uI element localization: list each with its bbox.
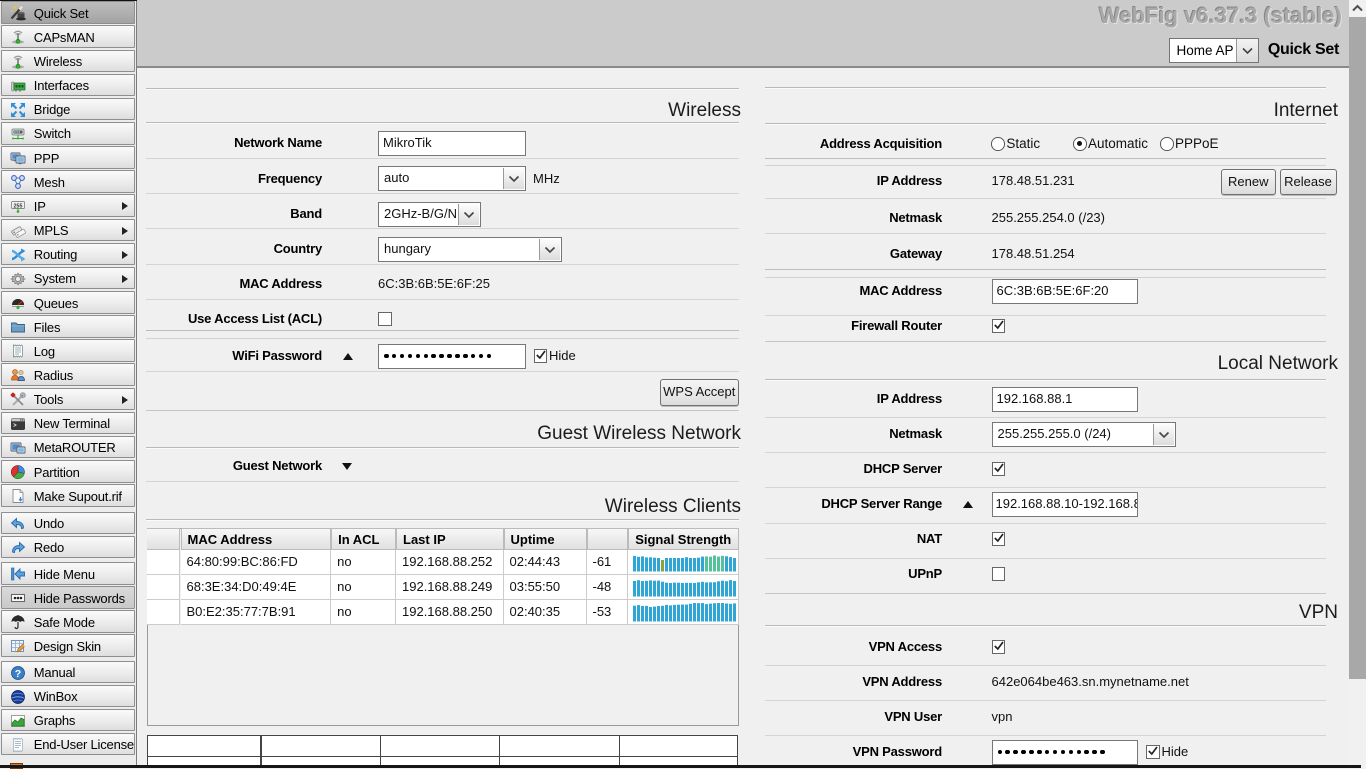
svg-text:?: ? [15,667,21,679]
